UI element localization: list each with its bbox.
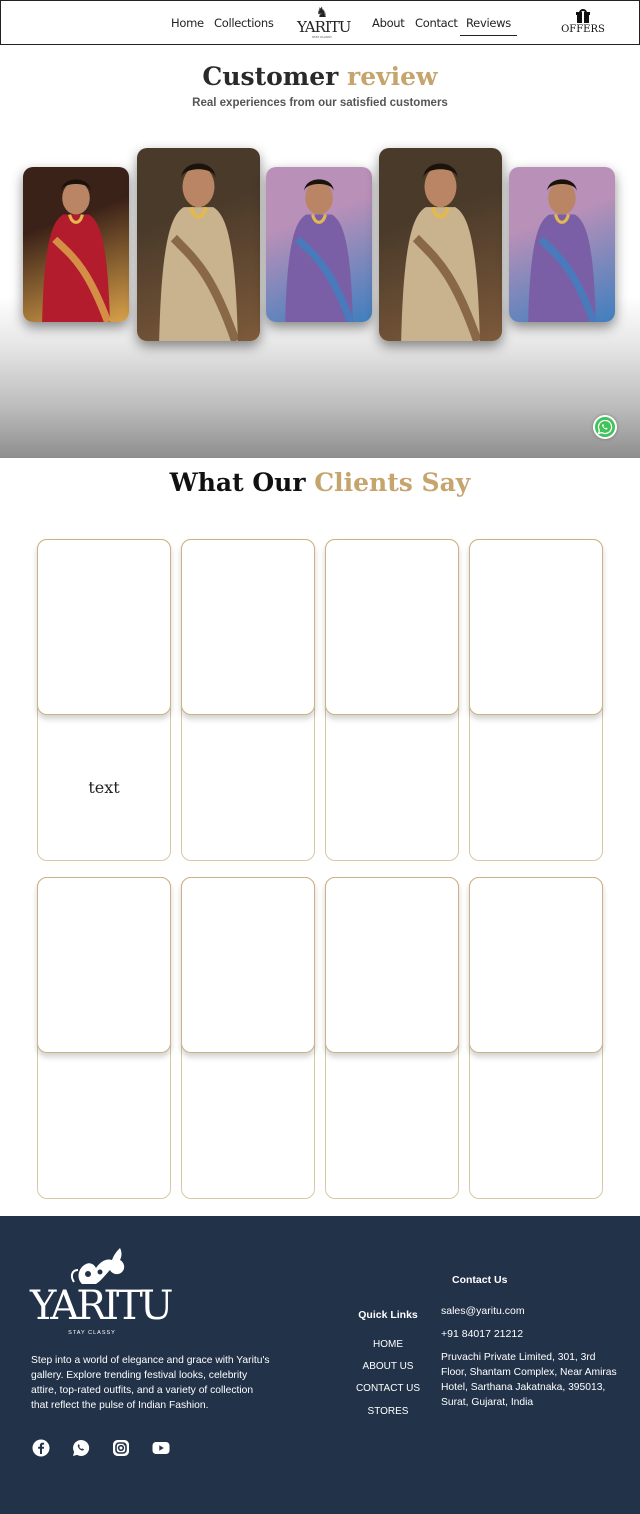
review-photo-bridal-lehenga-2[interactable] <box>379 148 502 341</box>
gift-icon <box>576 9 590 23</box>
whatsapp-float-button[interactable] <box>593 415 617 439</box>
top-navbar: Home Collections ♞ YARITU STAY CLASSY Ab… <box>0 0 640 45</box>
brand-logo[interactable]: ♞ YARITU STAY CLASSY <box>297 4 351 41</box>
contact-email[interactable]: sales@yaritu.com <box>441 1305 525 1317</box>
review-photo-red-saree[interactable] <box>23 167 129 322</box>
testimonial-card <box>325 877 459 1199</box>
nav-collections[interactable]: Collections <box>214 16 274 30</box>
nav-about[interactable]: About <box>372 16 405 30</box>
horse-logo-icon: ♞ <box>315 4 329 20</box>
facebook-icon[interactable] <box>32 1439 50 1457</box>
testimonial-card-image-area <box>469 877 603 1053</box>
testimonial-card <box>469 877 603 1199</box>
offers-button[interactable]: OFFERS <box>561 9 605 35</box>
testimonial-text: text <box>88 778 120 797</box>
testimonial-card <box>181 877 315 1199</box>
footer: YARITU STAY CLASSY Step into a world of … <box>0 1216 640 1514</box>
clients-heading: What Our Clients Say <box>169 468 471 497</box>
testimonial-card <box>325 539 459 861</box>
instagram-icon[interactable] <box>112 1439 130 1457</box>
review-photo-lavender-saree-2[interactable] <box>509 167 615 322</box>
testimonial-card-image-area <box>469 539 603 715</box>
youtube-icon[interactable] <box>152 1439 170 1457</box>
contact-address: Pruvachi Private Limited, 301, 3rd Floor… <box>441 1352 617 1408</box>
review-photo-bridal-lehenga[interactable] <box>137 148 260 341</box>
footer-logo[interactable]: YARITU STAY CLASSY <box>30 1244 174 1342</box>
testimonial-card: text <box>37 539 171 861</box>
footer-link-contact[interactable]: CONTACT US <box>340 1383 436 1394</box>
testimonial-card <box>37 877 171 1199</box>
whatsapp-icon[interactable] <box>72 1439 90 1457</box>
testimonial-card-image-area <box>37 539 171 715</box>
testimonial-card <box>469 539 603 861</box>
testimonial-card-image-area <box>37 877 171 1053</box>
footer-description: Step into a world of elegance and grace … <box>31 1355 270 1411</box>
testimonial-card-image-area <box>325 539 459 715</box>
footer-link-stores[interactable]: STORES <box>340 1406 436 1417</box>
testimonial-card-image-area <box>181 539 315 715</box>
review-photo-lavender-saree[interactable] <box>266 167 372 322</box>
nav-home[interactable]: Home <box>171 16 204 30</box>
testimonial-card <box>181 539 315 861</box>
footer-link-about[interactable]: ABOUT US <box>340 1361 436 1372</box>
contact-us-title: Contact Us <box>452 1274 508 1286</box>
nav-reviews[interactable]: Reviews <box>460 16 517 36</box>
review-subtitle: Real experiences from our satisfied cust… <box>192 97 448 109</box>
customer-review-section: Customer review Real experiences from ou… <box>0 46 640 458</box>
contact-phone[interactable]: +91 84017 21212 <box>441 1328 523 1340</box>
testimonial-card-image-area <box>325 877 459 1053</box>
nav-contact[interactable]: Contact <box>415 16 458 30</box>
review-heading: Customer review <box>202 62 438 91</box>
whatsapp-icon <box>597 419 613 435</box>
testimonial-card-image-area <box>181 877 315 1053</box>
quick-links-title: Quick Links <box>358 1309 418 1321</box>
footer-link-home[interactable]: HOME <box>340 1339 436 1350</box>
